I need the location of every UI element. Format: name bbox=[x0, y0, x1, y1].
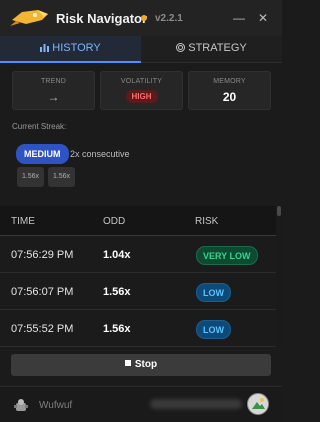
column-header-odd: ODD bbox=[103, 216, 126, 227]
scrollbar[interactable] bbox=[276, 206, 282, 346]
target-icon bbox=[176, 43, 186, 52]
risk-badge: LOW bbox=[196, 283, 231, 302]
streak-level-badge: MEDIUM bbox=[16, 144, 69, 164]
close-button[interactable]: ✕ bbox=[255, 10, 271, 26]
status-dot bbox=[141, 15, 147, 21]
minimize-button[interactable]: — bbox=[231, 10, 247, 26]
username: Wufwuf bbox=[39, 400, 73, 411]
column-header-time: TIME bbox=[11, 216, 35, 227]
user-logo-icon bbox=[14, 399, 28, 411]
trend-arrow-icon: → bbox=[47, 90, 60, 104]
memory-label: MEMORY bbox=[213, 78, 246, 85]
tab-strategy[interactable]: STRATEGY bbox=[141, 36, 282, 63]
risk-badge: VERY LOW bbox=[196, 246, 258, 265]
streak-label: Current Streak: bbox=[12, 122, 67, 131]
rocket-logo-icon bbox=[10, 10, 48, 26]
volatility-label: VOLATILITY bbox=[120, 78, 163, 85]
blurred-account-text bbox=[150, 399, 242, 409]
trend-card: TREND → bbox=[12, 71, 95, 110]
table-row: 07:56:29 PM 1.04x VERY LOW bbox=[0, 237, 276, 273]
table-row: 07:56:07 PM 1.56x LOW bbox=[0, 274, 276, 310]
memory-card: MEMORY 20 bbox=[188, 71, 271, 110]
volatility-badge: HIGH bbox=[125, 90, 158, 103]
row-time: 07:55:52 PM bbox=[11, 323, 74, 335]
volatility-card: VOLATILITY HIGH bbox=[100, 71, 183, 110]
row-time: 07:56:29 PM bbox=[11, 249, 74, 261]
footer: Wufwuf bbox=[0, 386, 282, 422]
avatar[interactable] bbox=[247, 393, 269, 415]
tab-history-label: HISTORY bbox=[52, 42, 101, 54]
trend-label: TREND bbox=[40, 78, 67, 85]
app-title: Risk Navigator bbox=[56, 11, 148, 26]
memory-value: 20 bbox=[222, 90, 237, 104]
risk-badge: LOW bbox=[196, 320, 231, 339]
column-header-risk: RISK bbox=[195, 216, 219, 227]
row-time: 07:56:07 PM bbox=[11, 286, 74, 298]
tab-bar: HISTORY STRATEGY bbox=[0, 36, 282, 63]
title-bar: Risk Navigator v2.2.1 — ✕ bbox=[0, 0, 282, 36]
row-odd: 1.04x bbox=[103, 249, 131, 261]
stop-button[interactable]: Stop bbox=[11, 354, 271, 376]
stop-label: Stop bbox=[134, 359, 158, 370]
streak-chip: 1.56x bbox=[17, 167, 44, 187]
version-label: v2.2.1 bbox=[155, 13, 183, 24]
stop-icon bbox=[124, 360, 131, 366]
streak-count: 2x consecutive bbox=[70, 149, 130, 159]
row-odd: 1.56x bbox=[103, 323, 131, 335]
streak-chip: 1.56x bbox=[48, 167, 75, 187]
bar-chart-icon bbox=[40, 44, 50, 52]
table-header: TIME ODD RISK bbox=[0, 206, 276, 236]
table-row: 07:55:52 PM 1.56x LOW bbox=[0, 311, 276, 347]
tab-history[interactable]: HISTORY bbox=[0, 36, 141, 63]
row-odd: 1.56x bbox=[103, 286, 131, 298]
avatar-image-icon bbox=[252, 398, 265, 409]
tab-strategy-label: STRATEGY bbox=[188, 42, 247, 54]
scrollbar-thumb[interactable] bbox=[277, 206, 281, 216]
